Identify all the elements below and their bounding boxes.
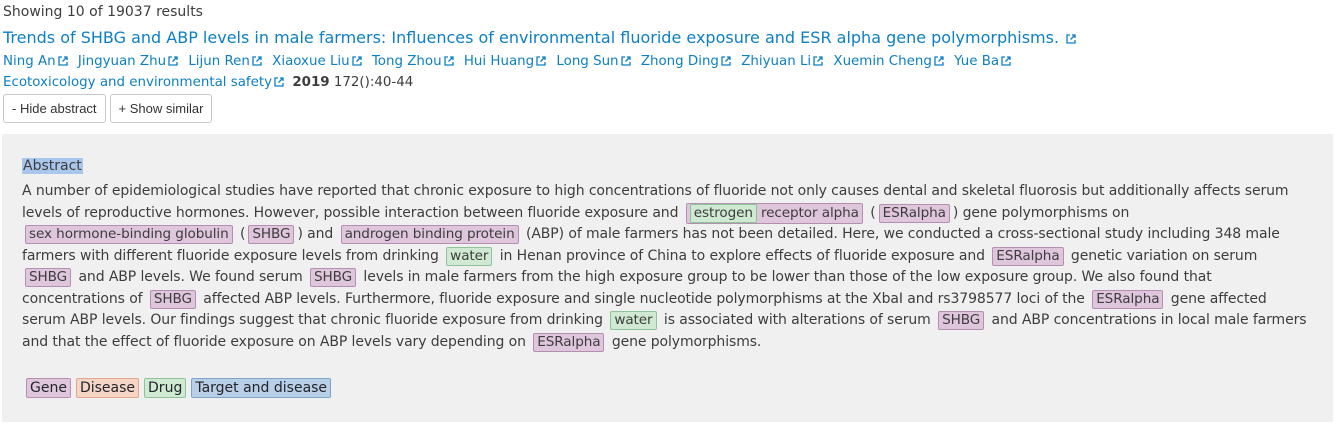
abstract-segment: affected ABP levels. Furthermore, fluori… [203, 290, 1085, 307]
author-link[interactable]: Hui Huang [464, 54, 534, 69]
entity-tag-drug[interactable]: water [446, 246, 493, 266]
abstract-panel: Abstract A number of epidemiological stu… [2, 134, 1333, 422]
abstract-segment: and ABP levels. We found serum [78, 269, 303, 285]
author: Zhong Ding [641, 54, 731, 69]
abstract-segment: ) and [297, 226, 334, 242]
entity-tag-gene[interactable]: ESRalpha [533, 332, 605, 352]
author: Jingyuan Zhu [78, 54, 178, 69]
journal-link[interactable]: Ecotoxicology and environmental safety [3, 75, 272, 90]
publication-year: 2019 [292, 75, 330, 90]
entity-tag-drug[interactable]: water [610, 311, 657, 330]
author: Tong Zhou [372, 54, 454, 69]
citation-volume: 172():40-44 [333, 75, 414, 90]
entity-tag-gene[interactable]: ESRalpha [1092, 289, 1164, 309]
hide-abstract-button[interactable]: - Hide abstract [3, 94, 106, 123]
entity-tag-gene[interactable]: ESRalpha [992, 246, 1064, 266]
action-buttons: - Hide abstract + Show similar [3, 94, 213, 123]
article-title-row: Trends of SHBG and ABP levels in male fa… [3, 28, 1076, 47]
author-link[interactable]: Ning An [3, 54, 56, 69]
external-link-icon[interactable] [721, 56, 731, 66]
legend-gene: Gene [26, 378, 71, 398]
external-link-icon[interactable] [934, 56, 944, 66]
article-title-link[interactable]: Trends of SHBG and ABP levels in male fa… [3, 28, 1059, 47]
search-result-page: Showing 10 of 19037 results Trends of SH… [0, 0, 1337, 430]
legend-disease: Disease [75, 378, 140, 398]
author-link[interactable]: Yue Ba [954, 54, 999, 69]
external-link-icon[interactable] [351, 56, 362, 66]
entity-legend: Gene Disease Drug Target and disease [26, 378, 332, 398]
abstract-heading: Abstract [22, 158, 83, 174]
author-link[interactable]: Tong Zhou [372, 54, 442, 69]
abstract-text: A number of epidemiological studies have… [22, 183, 1307, 352]
journal-line: Ecotoxicology and environmental safety 2… [3, 75, 413, 90]
legend-drug: Drug [144, 378, 187, 398]
entity-tag-gene[interactable]: SHBG [149, 289, 196, 309]
author-link[interactable]: Long Sun [556, 54, 618, 69]
author: Hui Huang [464, 54, 546, 69]
external-link-icon[interactable] [57, 56, 68, 66]
author-link[interactable]: Lijun Ren [188, 54, 250, 69]
author-link[interactable]: Zhong Ding [641, 54, 719, 69]
entity-tag-gene-text: receptor alpha [760, 204, 859, 221]
external-link-icon[interactable] [1066, 34, 1076, 44]
external-link-icon[interactable] [620, 56, 631, 66]
external-link-icon[interactable] [443, 56, 454, 66]
external-link-icon[interactable] [168, 56, 178, 66]
author-link[interactable]: Jingyuan Zhu [78, 54, 166, 69]
abstract-segment: ) gene polymorphisms on [952, 204, 1130, 221]
author: Ning An [3, 54, 68, 69]
external-link-icon[interactable] [536, 56, 546, 66]
author-list: Ning An Jingyuan Zhu Lijun Ren Xiaoxue L… [3, 54, 1017, 69]
author-link[interactable]: Xuemin Cheng [833, 54, 931, 69]
entity-tag-gene[interactable]: SHBG [248, 225, 295, 244]
external-link-icon[interactable] [813, 56, 823, 66]
legend-target-and-disease: Target and disease [191, 378, 332, 398]
entity-tag-gene[interactable]: ESRalpha [878, 203, 950, 223]
author: Lijun Ren [188, 54, 262, 69]
entity-tag-gene[interactable]: sex hormone-binding globulin [25, 225, 233, 244]
entity-tag-gene[interactable]: SHBG [938, 311, 985, 330]
abstract-segment: in Henan province of China to explore ef… [499, 247, 985, 264]
author-link[interactable]: Xiaoxue Liu [272, 54, 349, 69]
entity-tag-gene[interactable]: androgen binding protein [340, 225, 519, 244]
show-similar-button[interactable]: + Show similar [109, 94, 213, 123]
author: Xuemin Cheng [833, 54, 944, 69]
entity-tag-gene[interactable]: estrogen receptor alpha [685, 202, 863, 224]
author-link[interactable]: Zhiyuan Li [741, 54, 811, 69]
external-link-icon[interactable] [252, 56, 262, 66]
entity-tag-drug[interactable]: estrogen [689, 203, 757, 223]
author: Yue Ba [954, 54, 1011, 69]
results-count: Showing 10 of 19037 results [3, 4, 203, 20]
external-link-icon[interactable] [274, 77, 284, 87]
author: Xiaoxue Liu [272, 54, 362, 69]
external-link-icon[interactable] [1001, 56, 1011, 66]
abstract-segment: gene polymorphisms. [611, 333, 762, 350]
abstract-segment: is associated with alterations of serum [663, 312, 931, 328]
author: Long Sun [556, 54, 631, 69]
entity-tag-gene[interactable]: SHBG [25, 268, 72, 287]
abstract-segment: genetic variation on serum [1070, 247, 1258, 264]
author: Zhiyuan Li [741, 54, 823, 69]
entity-tag-gene[interactable]: SHBG [309, 268, 357, 287]
